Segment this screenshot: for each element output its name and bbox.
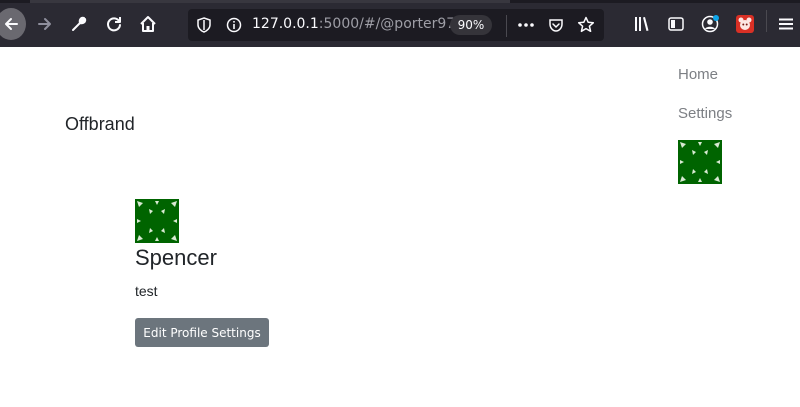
edit-profile-settings-button[interactable]: Edit Profile Settings	[135, 318, 269, 347]
forward-icon	[38, 18, 51, 30]
profile-avatar	[135, 199, 179, 243]
urlbar-divider	[506, 15, 507, 37]
reload-button[interactable]	[99, 8, 129, 40]
browser-toolbar: 127.0.0.1:5000/#/@porter97 90%	[0, 0, 800, 47]
home-button[interactable]	[133, 8, 163, 40]
identicon-icon	[678, 140, 722, 184]
nav-home-link[interactable]: Home	[678, 66, 718, 83]
tab-strip	[0, 0, 800, 3]
forward-button[interactable]	[30, 8, 60, 40]
sidebar-icon	[668, 17, 684, 31]
profile-bio: test	[135, 283, 158, 299]
address-bar[interactable]: 127.0.0.1:5000/#/@porter97 90%	[188, 9, 604, 41]
sidebar-button[interactable]	[666, 14, 686, 34]
nav-avatar[interactable]	[678, 140, 722, 184]
more-icon	[518, 23, 534, 27]
page-content: Offbrand Home Settings Spencer test Edit…	[0, 47, 800, 407]
reload-icon	[107, 17, 121, 32]
bookmark-star-button[interactable]	[576, 15, 596, 35]
profile-name: Spencer	[135, 245, 217, 270]
account-icon	[701, 15, 719, 33]
customize-button[interactable]	[64, 8, 94, 40]
identicon-icon	[135, 199, 179, 243]
site-info-button[interactable]	[224, 15, 244, 35]
tracking-protection-button[interactable]	[194, 15, 214, 35]
menu-button[interactable]	[776, 14, 796, 34]
pocket-icon	[549, 19, 563, 32]
home-icon	[140, 16, 156, 32]
account-button[interactable]	[700, 14, 720, 34]
url-text[interactable]: 127.0.0.1:5000/#/@porter97	[252, 16, 455, 32]
active-tab-edge	[30, 0, 510, 3]
nav-settings-link[interactable]: Settings	[678, 105, 732, 122]
extension-icon	[736, 15, 754, 33]
back-button[interactable]	[0, 8, 26, 40]
brand-link[interactable]: Offbrand	[65, 114, 135, 135]
page-actions-button[interactable]	[516, 15, 536, 35]
toolbar-divider	[766, 10, 767, 32]
library-button[interactable]	[632, 14, 652, 34]
menu-icon	[779, 18, 793, 30]
zoom-badge[interactable]: 90%	[450, 15, 492, 35]
url-host: 127.0.0.1	[252, 16, 319, 32]
info-icon	[226, 17, 242, 33]
wrench-icon	[72, 16, 87, 31]
shield-icon	[197, 17, 211, 33]
extension-button[interactable]	[735, 14, 755, 34]
library-icon	[635, 17, 649, 31]
url-path: :5000/#/@porter97	[318, 16, 456, 32]
back-icon	[5, 18, 18, 30]
bookmark-star-icon	[577, 16, 595, 33]
pocket-button[interactable]	[546, 15, 566, 35]
